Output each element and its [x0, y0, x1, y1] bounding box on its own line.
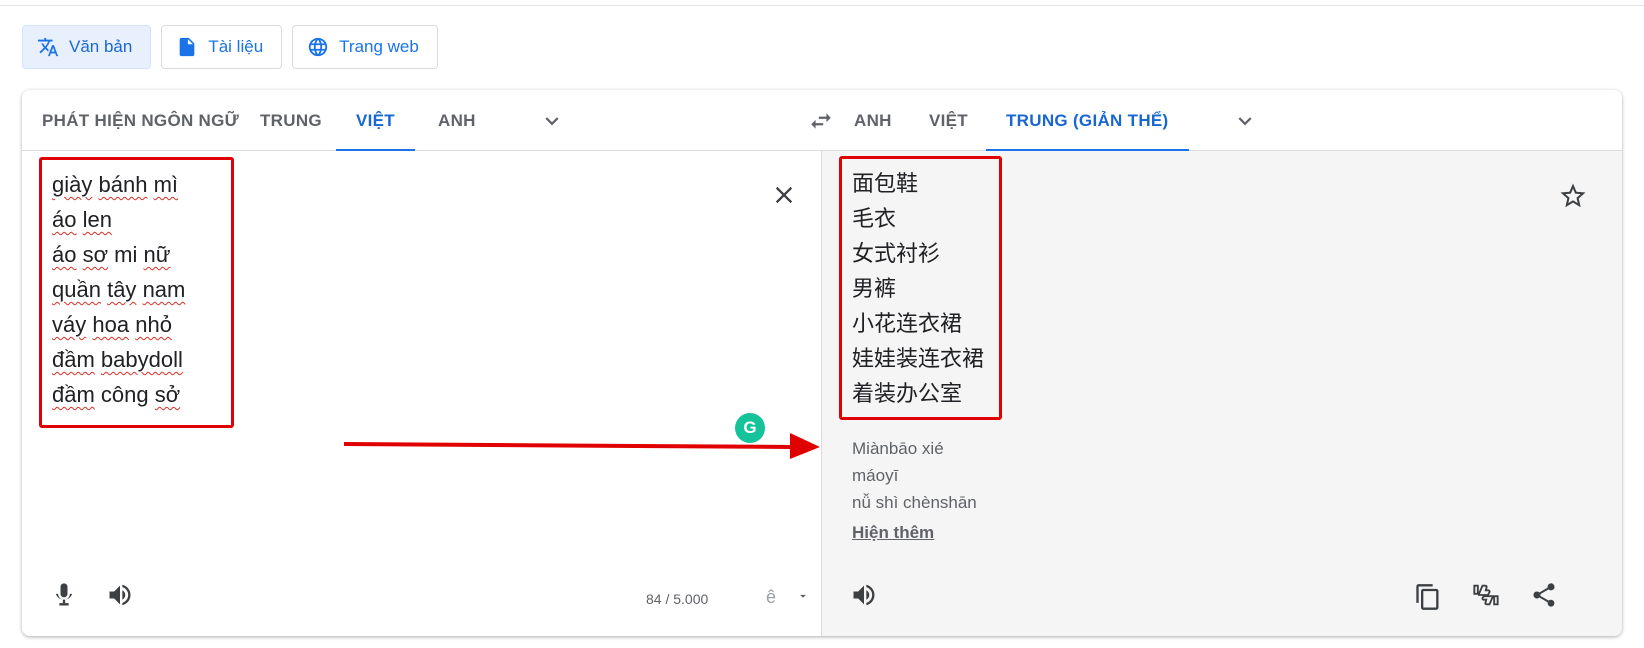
source-speaker-icon[interactable]	[106, 581, 134, 609]
microphone-icon[interactable]	[50, 581, 78, 609]
input-tools-dropdown-icon[interactable]	[796, 589, 810, 603]
clear-source-close-icon[interactable]	[770, 181, 798, 209]
romanization-line: Miànbāo xié	[852, 439, 944, 458]
document-icon	[176, 36, 198, 58]
input-tools-icon[interactable]: ê	[766, 587, 776, 608]
romanization-line: nǚ shì chènshān	[852, 493, 977, 512]
translation-pane: 面包鞋 毛衣 女式衬衫 男裤 小花连衣裙 娃娃装连衣裙 着装办公室 Miànbāo xié …	[822, 151, 1622, 636]
source-lang-vietnamese[interactable]: VIỆT	[336, 90, 415, 152]
translate-icon	[37, 36, 59, 58]
mode-tab-website-label: Trang web	[339, 37, 419, 56]
target-lang-english[interactable]: ANH	[854, 90, 892, 151]
mode-tab-website[interactable]: Trang web	[292, 25, 438, 69]
target-speaker-icon[interactable]	[850, 581, 878, 609]
target-more-langs-chevron-down-icon[interactable]	[1232, 108, 1258, 134]
grammarly-badge[interactable]: G	[735, 413, 765, 443]
annotation-box-target	[839, 156, 1002, 420]
language-bar: PHÁT HIỆN NGÔN NGỮ TRUNG VIỆT ANH ANH VI…	[22, 90, 1622, 152]
mode-tab-document[interactable]: Tài liệu	[161, 25, 283, 69]
target-lang-vietnamese[interactable]: VIỆT	[929, 90, 968, 151]
rate-translation-thumbs-icon[interactable]	[1472, 581, 1500, 609]
target-lang-chinese-simplified[interactable]: TRUNG (GIẢN THỂ)	[986, 90, 1189, 152]
source-lang-detect[interactable]: PHÁT HIỆN NGÔN NGỮ	[42, 90, 239, 151]
mode-tabs: Văn bản Tài liệu Trang web	[22, 25, 438, 69]
show-more-link[interactable]: Hiện thêm	[852, 523, 934, 543]
source-more-langs-chevron-down-icon[interactable]	[539, 108, 565, 134]
mode-tab-text[interactable]: Văn bản	[22, 25, 152, 69]
romanization: Miànbāo xié máoyī nǚ shì chènshān	[852, 435, 977, 516]
source-text-pane[interactable]: giày bánh mì áo len áo sơ mi nữ quần tây na…	[22, 151, 822, 636]
top-strip	[0, 0, 1644, 6]
globe-icon	[307, 36, 329, 58]
character-count: 84 / 5.000	[646, 591, 709, 607]
share-icon[interactable]	[1530, 581, 1558, 609]
swap-languages-icon[interactable]	[808, 108, 836, 134]
save-translation-star-icon[interactable]	[1558, 181, 1588, 211]
romanization-line: máoyī	[852, 466, 899, 485]
source-lang-english[interactable]: ANH	[438, 90, 476, 151]
annotation-box-source	[39, 157, 234, 428]
source-lang-chinese[interactable]: TRUNG	[260, 90, 322, 151]
translator-card: PHÁT HIỆN NGÔN NGỮ TRUNG VIỆT ANH ANH VI…	[22, 90, 1622, 636]
mode-tab-text-label: Văn bản	[69, 37, 133, 56]
copy-icon[interactable]	[1414, 583, 1442, 611]
mode-tab-document-label: Tài liệu	[208, 37, 264, 56]
